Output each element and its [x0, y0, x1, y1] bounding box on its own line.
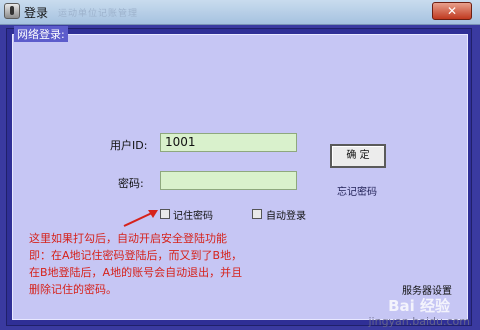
title-bar[interactable]: 登录 运动单位记账管理 ✕: [0, 0, 480, 25]
watermark-logo: Bai 经验: [388, 297, 450, 315]
annotation-line: 这里如果打勾后，自动开启安全登陆功能: [29, 232, 227, 245]
ok-button[interactable]: 确 定: [330, 144, 386, 168]
annotation-line: 即：在A地记住密码登陆后，而又到了B地，: [29, 249, 243, 262]
annotation-note: 这里如果打勾后，自动开启安全登陆功能 即：在A地记住密码登陆后，而又到了B地， …: [29, 230, 359, 298]
group-label: 网络登录:: [14, 26, 68, 42]
remember-password-label[interactable]: 记住密码: [173, 207, 213, 222]
password-label: 密码:: [118, 177, 144, 190]
watermark-url: jingyan.baidu.com: [368, 315, 470, 328]
annotation-line: 删除记住的密码。: [29, 283, 117, 296]
auto-login-checkbox[interactable]: [252, 209, 262, 219]
annotation-line: 在B地登陆后，A地的账号会自动退出，并且: [29, 266, 243, 279]
close-icon: ✕: [446, 4, 458, 18]
login-window: 登录 运动单位记账管理 ✕ 网络登录: 用户ID: 1001 密码: 确 定 忘…: [0, 0, 480, 330]
annotation-arrow-icon: [123, 210, 158, 227]
password-input[interactable]: [160, 171, 297, 190]
auto-login-label[interactable]: 自动登录: [266, 207, 306, 222]
forgot-password-link[interactable]: 忘记密码: [337, 183, 377, 198]
window-title: 登录: [24, 6, 49, 20]
user-id-input[interactable]: 1001: [160, 133, 297, 152]
user-id-label: 用户ID:: [110, 139, 148, 152]
window-title-ghost: 运动单位记账管理: [58, 9, 139, 19]
app-icon: [4, 3, 20, 19]
close-button[interactable]: ✕: [432, 2, 472, 20]
